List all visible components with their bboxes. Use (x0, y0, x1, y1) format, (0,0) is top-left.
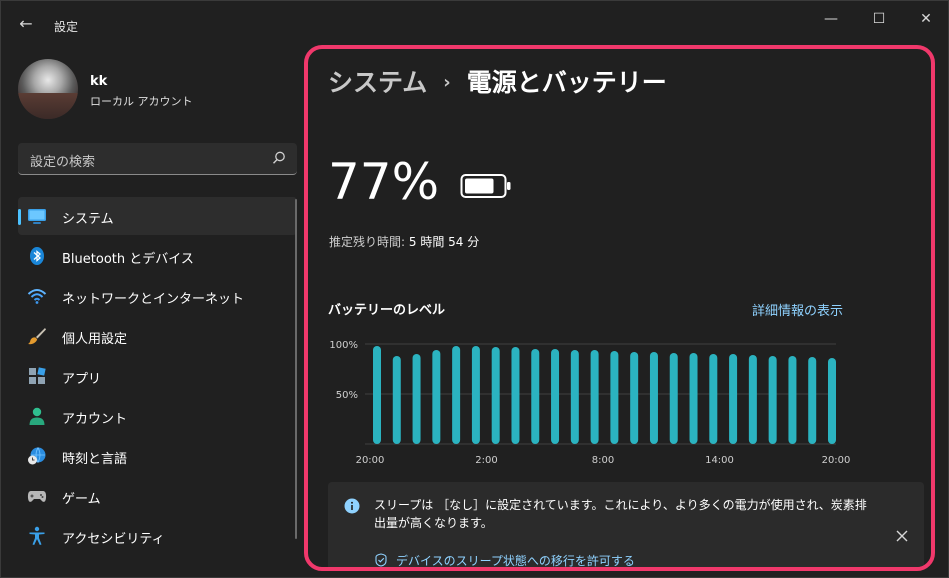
battery-bar (808, 357, 817, 444)
battery-level-chart: 100% 50% 20:00 2:00 8:00 14:00 20:00 (329, 340, 851, 466)
avatar[interactable] (18, 59, 78, 119)
x-tick-label: 8:00 (592, 455, 614, 466)
battery-bar (729, 354, 738, 444)
settings-window: ← 設定 — ☐ ✕ kk ローカル アカウント 設定の検索 システム Blue… (0, 0, 949, 578)
y-tick-label: 100% (329, 340, 358, 351)
back-button[interactable]: ← (15, 13, 37, 35)
x-tick-label: 20:00 (822, 455, 851, 466)
sidebar-item-bluetooth[interactable]: Bluetooth とデバイス (18, 237, 297, 275)
close-icon[interactable] (894, 528, 910, 544)
sidebar-item-network[interactable]: ネットワークとインターネット (18, 277, 297, 315)
sidebar-item-personalization[interactable]: 個人用設定 (18, 317, 297, 355)
battery-percent: 77% (328, 153, 440, 211)
breadcrumb-parent[interactable]: システム (328, 68, 427, 97)
battery-bar (689, 353, 698, 444)
details-link[interactable]: 詳細情報の表示 (752, 300, 843, 319)
battery-bar (392, 356, 401, 444)
sleep-info-card: スリープは ［なし］に設定されています。これにより、より多くの電力が使用され、炭… (328, 482, 924, 568)
battery-bar (491, 347, 500, 444)
sidebar-scrollbar[interactable] (295, 199, 297, 539)
account-type: ローカル アカウント (90, 95, 193, 108)
sidebar-item-gaming[interactable]: ゲーム (18, 477, 297, 515)
sidebar-item-label: ネットワークとインターネット (62, 292, 245, 307)
x-tick-label: 14:00 (705, 455, 734, 466)
user-name: kk (90, 74, 108, 89)
x-tick-label: 20:00 (356, 455, 385, 466)
page-title: 電源とバッテリー (466, 68, 667, 97)
battery-bar (551, 349, 560, 444)
battery-bar (432, 350, 441, 444)
info-icon (344, 498, 360, 514)
apps-icon (29, 367, 46, 384)
shield-check-icon (375, 553, 387, 567)
bluetooth-icon (30, 247, 44, 265)
search-icon[interactable] (271, 150, 287, 166)
gamepad-icon (27, 491, 47, 502)
remaining-time-label: 推定残り時間: (329, 235, 406, 249)
battery-icon (460, 174, 511, 198)
sidebar-item-apps[interactable]: アプリ (18, 357, 297, 395)
sidebar-item-label: アカウント (62, 412, 128, 427)
battery-bar (630, 352, 639, 444)
search-input[interactable]: 設定の検索 (18, 143, 297, 175)
title-bar: ← 設定 — ☐ ✕ (1, 1, 948, 41)
minimize-button[interactable]: — (811, 7, 851, 31)
battery-bar (828, 358, 836, 444)
battery-bar (709, 354, 718, 444)
battery-bar (748, 355, 757, 444)
battery-bar (590, 350, 599, 444)
battery-bar (669, 353, 678, 444)
person-icon (29, 407, 45, 425)
sidebar-item-label: 時刻と言語 (62, 452, 128, 467)
maximize-button[interactable]: ☐ (859, 7, 899, 31)
main-content: システム › 電源とバッテリー 77% 推定残り時間: 5 時間 54 分 バッテリ… (304, 45, 935, 571)
sidebar-nav: システム Bluetooth とデバイス ネットワークとインターネット 個人用設… (18, 197, 297, 557)
battery-bar (768, 356, 777, 444)
battery-bar (570, 350, 579, 444)
sidebar-item-label: アクセシビリティ (62, 532, 165, 547)
search-placeholder: 設定の検索 (30, 155, 96, 170)
close-window-button[interactable]: ✕ (906, 7, 946, 31)
sidebar-item-system[interactable]: システム (18, 197, 297, 235)
battery-bar (511, 347, 520, 444)
sidebar-item-accessibility[interactable]: アクセシビリティ (18, 517, 297, 555)
remaining-time: 推定残り時間: 5 時間 54 分 (329, 233, 479, 250)
sidebar-item-accounts[interactable]: アカウント (18, 397, 297, 435)
battery-bar (531, 349, 540, 444)
sidebar-item-label: ゲーム (62, 492, 101, 507)
remaining-time-value: 5 時間 54 分 (408, 235, 480, 249)
app-title: 設定 (54, 20, 79, 34)
y-tick-label: 50% (336, 390, 358, 401)
sidebar: kk ローカル アカウント 設定の検索 システム Bluetooth とデバイス… (1, 41, 301, 577)
monitor-icon (28, 209, 46, 224)
sidebar-item-label: Bluetooth とデバイス (62, 252, 194, 267)
sidebar-item-time-language[interactable]: 時刻と言語 (18, 437, 297, 475)
sidebar-item-label: 個人用設定 (62, 332, 128, 347)
allow-sleep-label: デバイスのスリープ状態への移行を許可する (396, 554, 635, 568)
battery-bar (471, 346, 480, 444)
accessibility-icon (29, 526, 45, 545)
brush-icon (28, 328, 46, 345)
battery-bar (649, 352, 658, 444)
sleep-info-text: スリープは ［なし］に設定されています。これにより、より多くの電力が使用され、炭… (374, 498, 867, 530)
sidebar-item-label: システム (62, 212, 114, 227)
breadcrumb-separator: › (443, 72, 451, 93)
battery-bar (412, 354, 421, 444)
x-tick-label: 2:00 (475, 455, 497, 466)
battery-bar (452, 346, 461, 444)
battery-bar (610, 351, 619, 444)
wifi-icon (27, 289, 47, 304)
globe-clock-icon (28, 447, 46, 465)
battery-level-title: バッテリーのレベル (328, 303, 446, 318)
battery-bar (373, 346, 381, 444)
breadcrumb: システム › 電源とバッテリー (328, 63, 667, 99)
battery-bar (788, 356, 797, 444)
sidebar-item-label: アプリ (62, 372, 102, 387)
